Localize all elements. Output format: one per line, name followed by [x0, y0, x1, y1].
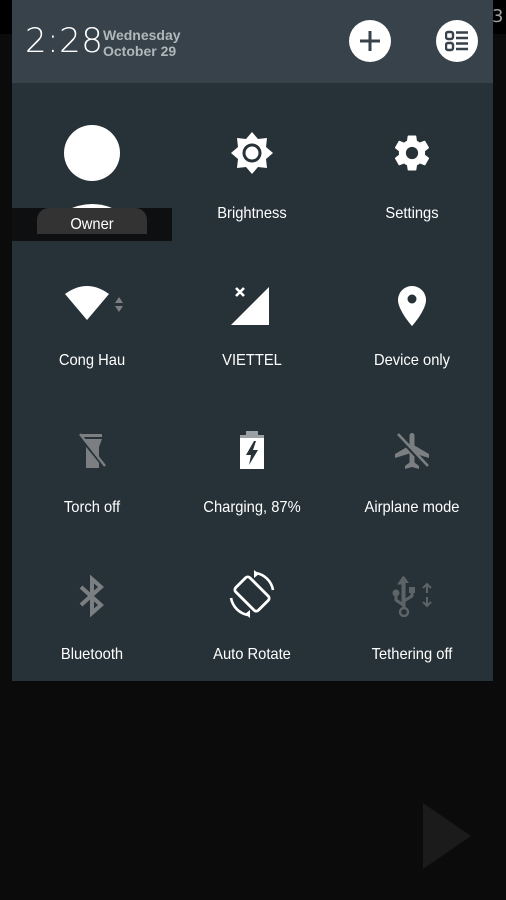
date[interactable]: Wednesday October 29 — [103, 27, 181, 59]
tile-label: Charging, 87% — [203, 499, 301, 516]
tile-battery[interactable]: Charging, 87% — [172, 403, 332, 549]
add-button[interactable] — [349, 20, 391, 62]
airplane-off-icon — [395, 433, 429, 469]
tile-settings[interactable]: Settings — [332, 95, 492, 241]
tile-cellular[interactable]: VIETTEL — [172, 255, 332, 401]
list-settings-icon — [445, 30, 468, 52]
tile-label: Torch off — [63, 499, 121, 516]
settings-list-button[interactable] — [436, 20, 478, 62]
location-pin-icon — [398, 286, 426, 326]
tile-brightness[interactable]: Brightness — [172, 95, 332, 241]
status-bar-partial-text: 3 — [492, 6, 504, 27]
tile-label: Tethering off — [371, 646, 453, 663]
wifi-icon — [65, 286, 124, 320]
tile-label: Bluetooth — [60, 646, 124, 663]
flashlight-off-icon — [77, 433, 107, 469]
quick-settings-panel: 2:28 Wednesday October 29 Owner Brightne… — [12, 0, 493, 681]
tile-label: VIETTEL — [222, 352, 282, 369]
bluetooth-icon — [79, 575, 104, 617]
tile-wifi[interactable]: Cong Hau — [12, 255, 172, 401]
tile-label: Brightness — [217, 205, 287, 222]
rotate-icon — [229, 570, 275, 618]
play-icon[interactable] — [423, 803, 471, 869]
tile-label: Airplane mode — [364, 499, 460, 516]
tile-bluetooth[interactable]: Bluetooth — [12, 548, 172, 694]
brightness-icon — [231, 132, 273, 174]
usb-tether-icon — [392, 576, 432, 617]
tile-location[interactable]: Device only — [332, 255, 492, 401]
quick-settings-header: 2:28 Wednesday October 29 — [12, 0, 493, 83]
tile-label: Settings — [385, 205, 439, 222]
plus-icon — [360, 31, 380, 51]
clock[interactable]: 2:28 — [25, 21, 103, 61]
gear-icon — [394, 135, 430, 171]
tile-airplane[interactable]: Airplane mode — [332, 403, 492, 549]
date-label: October 29 — [103, 43, 177, 59]
tile-tethering[interactable]: Tethering off — [332, 548, 492, 694]
tile-label: Auto Rotate — [213, 646, 291, 663]
tile-auto-rotate[interactable]: Auto Rotate — [172, 548, 332, 694]
battery-charging-icon — [240, 431, 264, 469]
tile-torch[interactable]: Torch off — [12, 403, 172, 549]
tile-label: Owner — [70, 216, 114, 233]
tile-label: Device only — [373, 352, 451, 369]
day-label: Wednesday — [103, 27, 181, 43]
tile-label: Cong Hau — [58, 352, 126, 369]
cell-signal-icon — [231, 287, 269, 325]
